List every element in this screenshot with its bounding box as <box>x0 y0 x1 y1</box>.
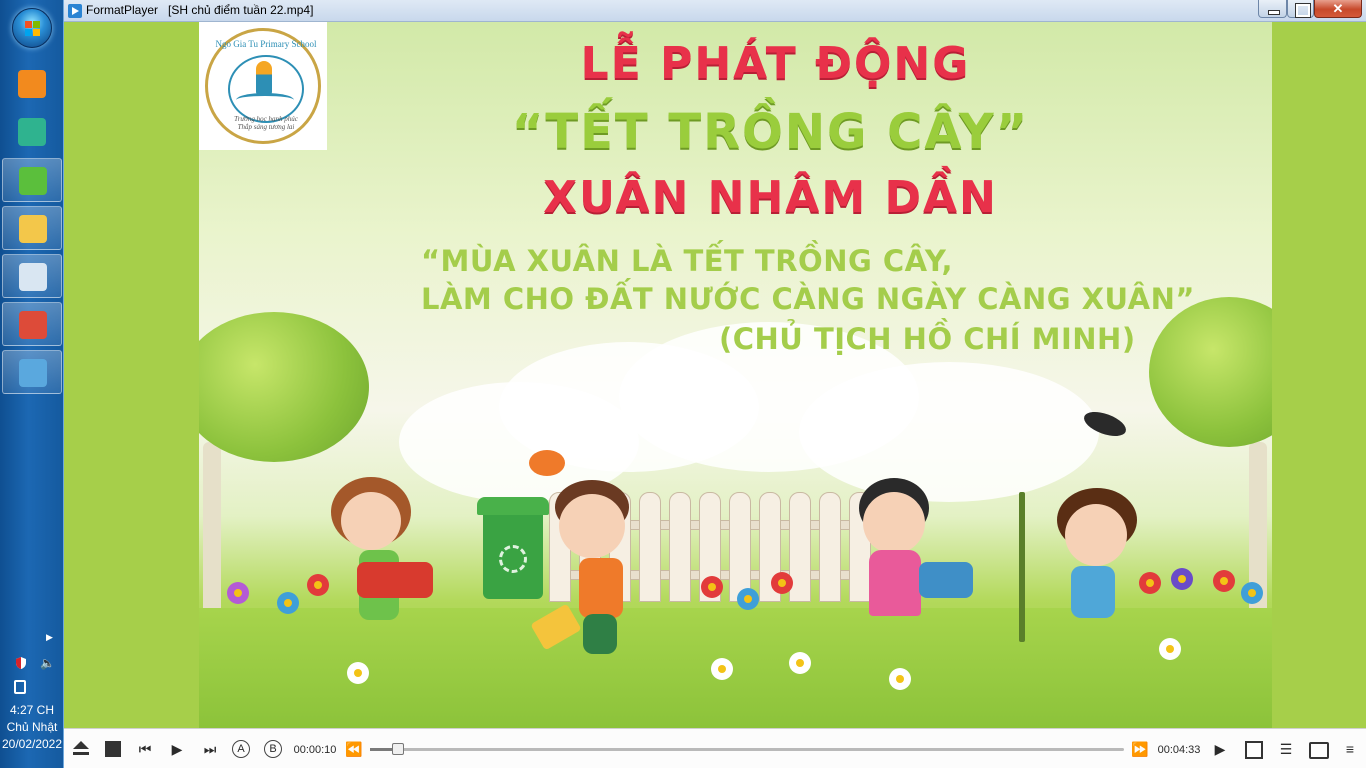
player-controls: ⏮ ▶ ⏭ A B 00:00:10 ⏪ ⏩ 00:04:33 ▶ ☰ ≡ <box>64 728 1366 768</box>
previous-icon: ⏮ <box>138 741 152 757</box>
recycle-icon <box>499 545 527 573</box>
quote-attribution: (CHỦ TỊCH HỒ CHÍ MINH) <box>719 322 1136 356</box>
flower <box>1241 582 1263 604</box>
start-button[interactable] <box>12 8 52 48</box>
taskbar: ▶ 🔈 4:27 CH Chủ Nhật 20/02/2022 <box>0 0 64 768</box>
play-next-button[interactable]: ▶ <box>1211 739 1229 759</box>
play-icon: ▶ <box>171 741 183 757</box>
flower <box>347 662 369 684</box>
flower <box>1213 570 1235 592</box>
flower <box>701 576 723 598</box>
seek-handle[interactable] <box>391 743 404 755</box>
playlist-icon: ≡ <box>1345 741 1355 757</box>
play-next-icon: ▶ <box>1214 741 1226 757</box>
window-title: FormatPlayer [SH chủ điểm tuần 22.mp4] <box>86 3 314 17</box>
kid-2-pants <box>583 614 617 654</box>
taskbar-app-formatplayer[interactable] <box>2 62 62 106</box>
media-capture-icon <box>19 263 47 291</box>
kid-2-head <box>559 494 625 558</box>
sapling <box>1019 492 1025 642</box>
equalizer-settings-button[interactable]: ☰ <box>1276 739 1296 759</box>
file-explorer-icon <box>19 215 47 243</box>
recycle-bin-illustration <box>477 497 549 607</box>
rewind-button[interactable]: ⏪ <box>344 739 364 759</box>
flower <box>277 592 299 614</box>
kid-3-head <box>863 492 925 554</box>
volume-icon[interactable]: 🔈 <box>40 656 55 670</box>
clock-date: 20/02/2022 <box>1 737 63 751</box>
next-icon: ⏭ <box>203 741 217 757</box>
flower <box>789 652 811 674</box>
taskbar-app-browser-green[interactable] <box>2 158 62 202</box>
close-icon: ✕ <box>1332 1 1344 16</box>
taskbar-app-video-player[interactable] <box>2 350 62 394</box>
flower <box>307 574 329 596</box>
playlist-button[interactable]: ≡ <box>1340 739 1360 759</box>
flower <box>227 582 249 604</box>
ab-repeat-a-button[interactable]: A <box>232 740 250 758</box>
stop-button[interactable] <box>104 739 122 759</box>
kid-1-head <box>341 492 401 550</box>
snapshot-button[interactable] <box>1308 739 1329 759</box>
settings-icon: ☰ <box>1279 741 1293 757</box>
kid-2-body <box>579 558 623 618</box>
window-titlebar[interactable]: FormatPlayer [SH chủ điểm tuần 22.mp4] ✕ <box>64 0 1366 22</box>
taskbar-clock[interactable]: 4:27 CH Chủ Nhật 20/02/2022 <box>0 702 64 753</box>
fast-forward-icon: ⏩ <box>1131 741 1149 757</box>
minimize-button[interactable] <box>1258 0 1287 18</box>
ab-repeat-b-button[interactable]: B <box>264 740 282 758</box>
current-time: 00:00:10 <box>293 744 337 756</box>
flower <box>1139 572 1161 594</box>
rewind-icon: ⏪ <box>345 741 363 757</box>
clipboard-icon[interactable] <box>14 680 26 694</box>
formatplayer-icon <box>18 70 46 98</box>
quote-line-2: LÀM CHO ĐẤT NƯỚC CÀNG NGÀY CÀNG XUÂN” <box>421 282 1195 316</box>
video-title-line-1: LỄ PHÁT ĐỘNG <box>580 38 971 89</box>
video-surface[interactable]: Ngo Gia Tu Primary School Trường học hạn… <box>64 22 1366 728</box>
fast-forward-button[interactable]: ⏩ <box>1130 739 1150 759</box>
kid-4-head <box>1065 504 1127 566</box>
close-button[interactable]: ✕ <box>1314 0 1362 18</box>
play-button[interactable]: ▶ <box>167 739 187 759</box>
flower-pots <box>357 562 433 598</box>
seek-bar[interactable] <box>370 743 1124 755</box>
video-title-line-3: XUÂN NHÂM DẦN <box>543 172 998 223</box>
windows-logo-icon <box>25 21 41 37</box>
formatplayer-app-icon[interactable] <box>68 4 82 18</box>
chick-illustration <box>529 450 565 476</box>
total-duration: 00:04:33 <box>1157 744 1201 756</box>
flower <box>889 668 911 690</box>
fullscreen-button[interactable] <box>1243 739 1263 759</box>
browser-green-icon <box>19 167 47 195</box>
flower <box>1159 638 1181 660</box>
video-title-line-2: “TẾT TRỒNG CÂY” <box>511 104 1030 160</box>
next-button[interactable]: ⏭ <box>202 739 218 759</box>
previous-button[interactable]: ⏮ <box>137 739 153 759</box>
kid-3-dress <box>869 550 921 616</box>
watering-can <box>919 562 973 598</box>
flower <box>1171 568 1193 590</box>
security-shield-icon[interactable] <box>14 656 28 670</box>
clock-time: 4:27 CH <box>9 703 55 717</box>
flower <box>737 588 759 610</box>
taskbar-app-google-chrome[interactable] <box>2 302 62 346</box>
flower <box>711 658 733 680</box>
quote-line-1: “MÙA XUÂN LÀ TẾT TRỒNG CÂY, <box>421 244 954 278</box>
maximize-button[interactable] <box>1287 0 1314 18</box>
letterbox-right <box>1342 22 1366 728</box>
video-frame: Ngo Gia Tu Primary School Trường học hạn… <box>199 22 1272 728</box>
network-tool-icon <box>18 118 46 146</box>
taskbar-app-file-explorer[interactable] <box>2 206 62 250</box>
clock-day: Chủ Nhật <box>6 720 58 734</box>
letterbox-left <box>64 22 88 728</box>
eject-button[interactable] <box>72 739 90 759</box>
flower <box>771 572 793 594</box>
kid-4-body <box>1071 566 1115 618</box>
taskbar-app-network-tool[interactable] <box>2 110 62 154</box>
show-hidden-icons-button[interactable]: ▶ <box>46 632 53 643</box>
video-player-icon <box>19 359 47 387</box>
taskbar-app-media-capture[interactable] <box>2 254 62 298</box>
cloud-shape <box>799 362 1099 502</box>
google-chrome-icon <box>19 311 47 339</box>
